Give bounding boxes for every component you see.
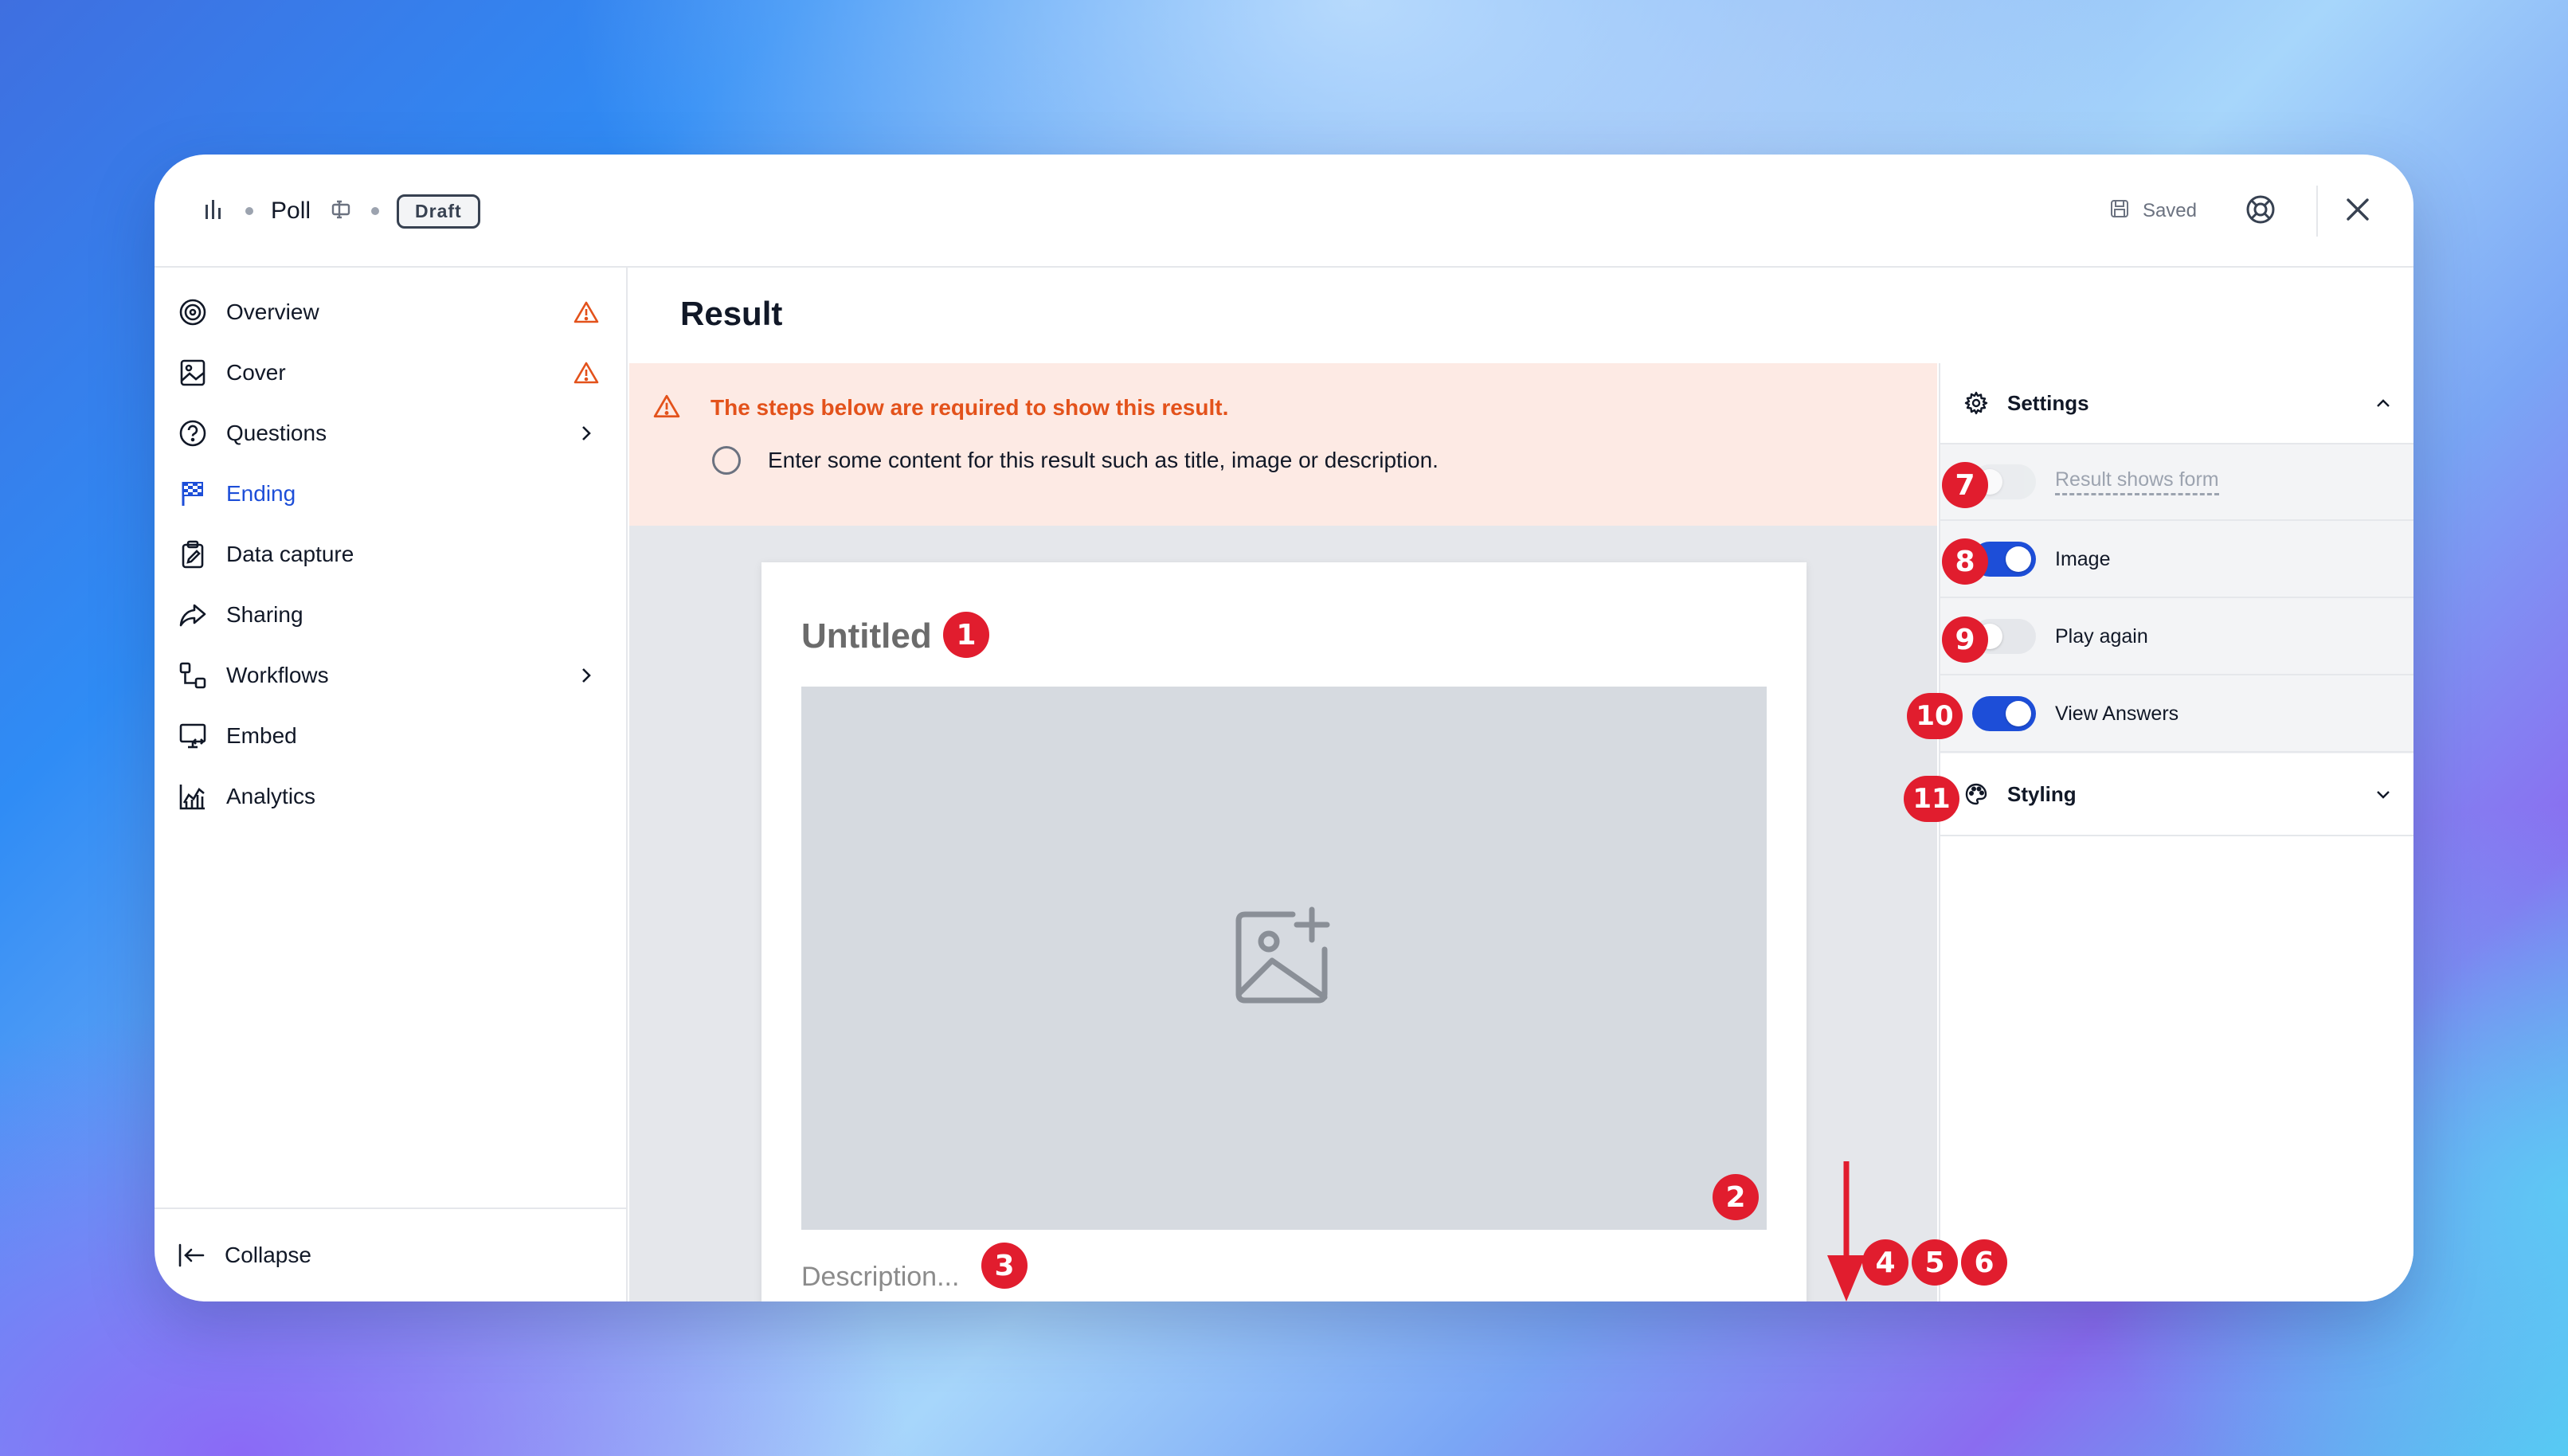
warning-icon <box>570 357 602 389</box>
collapse-label: Collapse <box>225 1243 311 1267</box>
sidebar-item-label: Questions <box>226 421 327 445</box>
chevron-down-icon[interactable] <box>2374 785 2393 804</box>
sidebar-item-embed[interactable]: Embed <box>177 712 607 760</box>
question-circle-icon <box>177 417 209 449</box>
sidebar-item-analytics[interactable]: Analytics <box>177 773 607 820</box>
annotation-marker: 6 <box>1961 1239 2007 1286</box>
share-icon <box>177 599 209 631</box>
collapse-icon <box>177 1241 206 1270</box>
chevron-up-icon[interactable] <box>2374 393 2393 413</box>
annotation-marker: 7 <box>1942 462 1988 508</box>
header-divider <box>2316 186 2318 237</box>
help-icon[interactable] <box>2245 194 2276 229</box>
workflow-icon <box>177 660 209 691</box>
separator-dot <box>245 207 253 215</box>
sidebar-item-label: Cover <box>226 360 286 385</box>
image-icon <box>177 357 209 389</box>
sidebar-item-label: Workflows <box>226 663 329 687</box>
annotation-marker: 9 <box>1942 616 1988 663</box>
gear-icon <box>1964 391 1988 415</box>
unchecked-circle-icon <box>712 446 741 475</box>
status-badge: Draft <box>397 194 480 229</box>
setting-view-answers: View Answers <box>1940 676 2413 753</box>
requirement-item: Enter some content for this result such … <box>712 446 1439 475</box>
annotation-marker: 10 <box>1907 693 1963 739</box>
setting-label: Result shows form <box>2055 468 2219 495</box>
sidebar-item-cover[interactable]: Cover <box>177 349 607 397</box>
sidebar-item-label: Sharing <box>226 602 303 627</box>
chart-icon <box>177 781 209 812</box>
sidebar-item-data-capture[interactable]: Data capture <box>177 530 607 578</box>
sidebar-item-label: Embed <box>226 723 297 748</box>
warning-icon <box>653 393 680 423</box>
sidebar: Overview Cover Questions Ending Data cap… <box>155 268 628 1301</box>
settings-header[interactable]: Settings <box>1940 363 2413 444</box>
scroll-down-arrow-icon <box>1827 1161 1865 1301</box>
add-image-icon <box>1232 905 1336 1012</box>
target-icon <box>177 296 209 328</box>
collapse-button[interactable]: Collapse <box>155 1207 626 1301</box>
rename-icon[interactable] <box>328 197 354 226</box>
annotation-marker: 3 <box>981 1243 1028 1289</box>
annotation-marker: 1 <box>943 612 989 658</box>
save-status: Saved <box>2109 198 2197 225</box>
setting-label: Play again <box>2055 624 2148 648</box>
clipboard-icon <box>177 538 209 570</box>
annotation-marker: 11 <box>1904 776 1959 822</box>
warning-icon <box>570 296 602 328</box>
chevron-right-icon[interactable] <box>570 417 602 449</box>
monitor-code-icon <box>177 720 209 752</box>
result-title[interactable]: Untitled <box>801 616 932 656</box>
separator-dot <box>371 207 380 215</box>
flag-icon <box>177 478 209 510</box>
editor-canvas: The steps below are required to show thi… <box>629 363 1937 1301</box>
sidebar-item-workflows[interactable]: Workflows <box>177 652 607 699</box>
sidebar-item-sharing[interactable]: Sharing <box>177 591 607 639</box>
description-input[interactable]: Description... <box>801 1262 959 1293</box>
view-answers-toggle[interactable] <box>1972 696 2036 731</box>
styling-header[interactable]: Styling <box>1940 753 2413 836</box>
sidebar-item-label: Data capture <box>226 542 354 566</box>
setting-result-shows-form: Result shows form <box>1940 444 2413 521</box>
alert-title: The steps below are required to show thi… <box>711 395 1229 420</box>
sidebar-item-ending[interactable]: Ending <box>177 470 607 518</box>
result-preview-card: Untitled Description... <box>761 562 1807 1301</box>
annotation-marker: 2 <box>1713 1174 1759 1220</box>
palette-icon <box>1964 782 1988 806</box>
sidebar-item-label: Overview <box>226 299 319 324</box>
requirements-alert: The steps below are required to show thi… <box>629 363 1937 526</box>
close-icon[interactable] <box>2342 194 2374 229</box>
saved-label: Saved <box>2142 200 2197 221</box>
styling-heading: Styling <box>2007 781 2077 806</box>
poll-type-icon <box>202 197 228 226</box>
image-upload-area[interactable] <box>801 687 1767 1230</box>
sidebar-item-overview[interactable]: Overview <box>177 288 607 336</box>
requirement-text: Enter some content for this result such … <box>768 448 1439 472</box>
app-window: Poll Draft Saved Overview Cover Question… <box>155 155 2413 1301</box>
top-bar: Poll Draft Saved <box>155 155 2413 268</box>
annotation-marker: 8 <box>1942 538 1988 585</box>
setting-image: Image <box>1940 522 2413 598</box>
setting-label: Image <box>2055 547 2111 570</box>
annotation-marker: 5 <box>1912 1239 1958 1286</box>
settings-options: Result shows form Image Play again View … <box>1940 444 2413 753</box>
setting-play-again: Play again <box>1940 599 2413 675</box>
page-title: Result <box>680 295 783 332</box>
sidebar-item-questions[interactable]: Questions <box>177 409 607 457</box>
settings-panel: Settings Result shows form Image Play ag… <box>1939 363 2413 1301</box>
save-icon <box>2109 198 2130 225</box>
sidebar-item-label: Ending <box>226 481 296 506</box>
setting-label: View Answers <box>2055 702 2179 725</box>
settings-heading: Settings <box>2007 390 2089 415</box>
chevron-right-icon[interactable] <box>570 660 602 691</box>
poll-title[interactable]: Poll <box>271 198 311 225</box>
sidebar-item-label: Analytics <box>226 784 316 808</box>
